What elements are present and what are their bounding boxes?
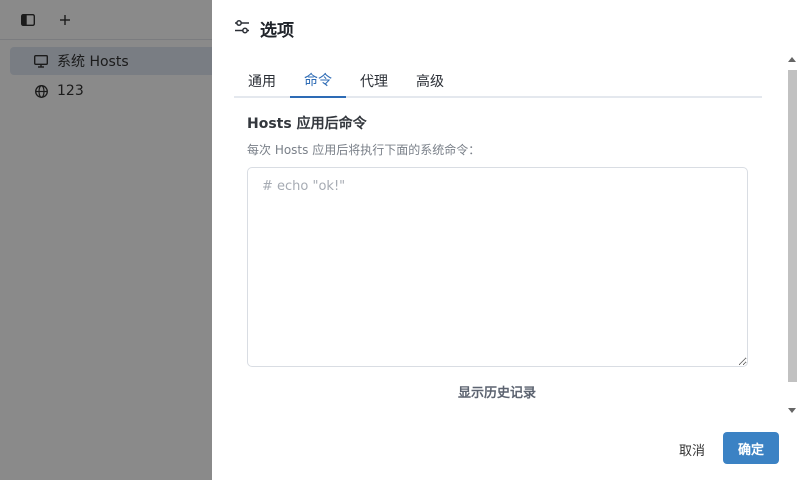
tab-proxy[interactable]: 代理	[346, 64, 402, 98]
drawer-header: 选项	[234, 14, 294, 42]
cancel-button[interactable]: 取消	[664, 434, 720, 464]
section-description: 每次 Hosts 应用后将执行下面的系统命令：	[247, 143, 481, 157]
ok-button[interactable]: 确定	[723, 432, 779, 464]
command-textarea[interactable]	[247, 167, 748, 367]
options-drawer: 选项 通用 命令 代理 高级 Hosts 应用后命令 每次 Hosts 应用后将…	[212, 0, 800, 480]
sliders-icon	[234, 19, 250, 38]
scrollbar-thumb[interactable]	[788, 70, 797, 382]
options-tabs: 通用 命令 代理 高级	[234, 64, 762, 98]
vertical-scrollbar[interactable]	[786, 54, 798, 416]
drawer-title: 选项	[260, 20, 294, 41]
scroll-down-icon[interactable]	[788, 408, 796, 413]
tab-advanced[interactable]: 高级	[402, 64, 458, 98]
show-history-link[interactable]: 显示历史记录	[442, 382, 552, 401]
tab-command[interactable]: 命令	[290, 64, 346, 98]
scroll-up-icon[interactable]	[788, 57, 796, 62]
tab-general[interactable]: 通用	[234, 64, 290, 98]
section-title: Hosts 应用后命令	[247, 116, 367, 132]
